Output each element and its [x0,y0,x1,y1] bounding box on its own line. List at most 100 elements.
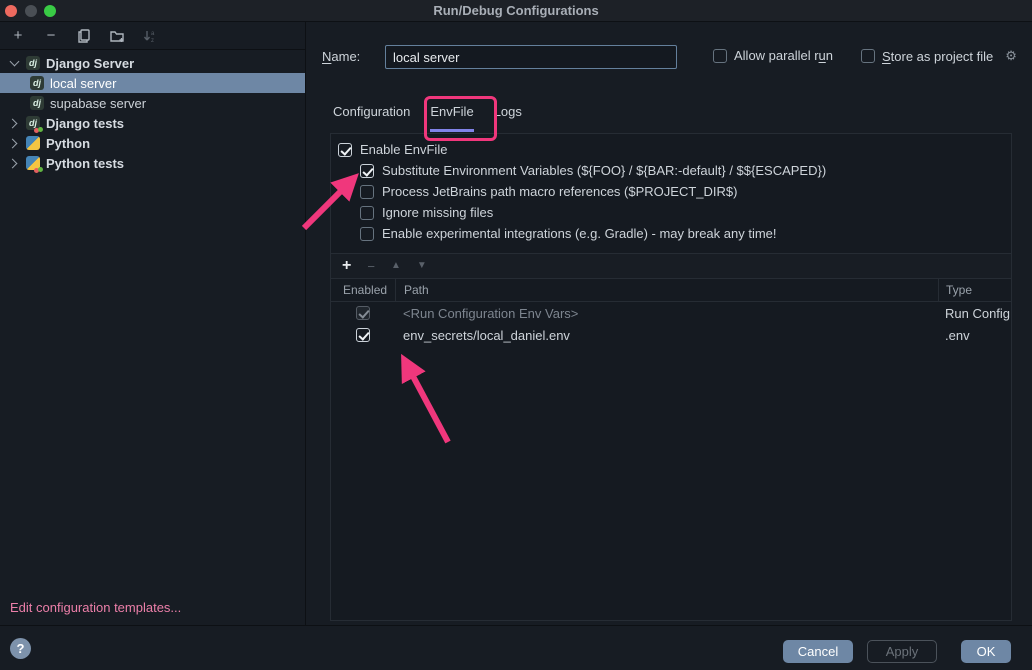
tree-item-label: Python [46,136,90,151]
new-folder-icon[interactable] [109,28,125,44]
configurations-tree: dj Django Server dj local server dj supa… [0,50,305,173]
title-bar: Run/Debug Configurations [0,0,1032,22]
store-as-project-file-checkbox[interactable] [861,49,875,63]
main-panel: Name: Allow parallel run Store as projec… [307,22,1032,625]
tree-item-python-tests[interactable]: Python tests [0,153,305,173]
tree-item-label: Django tests [46,116,124,131]
gear-icon[interactable]: ⚙ [1005,48,1017,64]
copy-icon[interactable] [76,28,92,44]
test-marks-icon [34,166,43,173]
sidebar-toolbar: + − az [0,22,305,50]
option-label: Substitute Environment Variables (${FOO}… [382,163,826,178]
row-type: Run Config [938,306,1011,321]
enable-envfile-checkbox[interactable] [338,143,352,157]
option-experimental-integrations: Enable experimental integrations (e.g. G… [331,223,1011,244]
django-icon: dj [30,76,44,90]
process-path-macros-checkbox[interactable] [360,185,374,199]
name-input[interactable] [385,45,677,69]
tree-item-python[interactable]: Python [0,133,305,153]
python-tests-icon [26,156,40,170]
label-part: Allow parallel r [734,48,819,63]
name-row: Name: Allow parallel run Store as projec… [307,45,1032,69]
tree-item-label: local server [50,76,116,91]
svg-text:z: z [151,38,154,43]
sort-alphabetically-icon: az [142,28,158,44]
chevron-right-icon[interactable] [10,159,18,167]
allow-parallel-run-checkbox[interactable] [713,49,727,63]
config-tabs: Configuration EnvFile Logs [333,104,522,132]
row-path: <Run Configuration Env Vars> [395,306,938,321]
name-mnemonic: N [322,49,331,64]
ignore-missing-files-checkbox[interactable] [360,206,374,220]
option-label: Enable EnvFile [360,142,447,157]
tab-logs[interactable]: Logs [494,104,522,132]
option-label: Enable experimental integrations (e.g. G… [382,226,777,241]
column-header-enabled[interactable]: Enabled [331,283,395,297]
label-mnemonic: u [819,48,826,63]
label-part: n [826,48,833,63]
tree-item-django-tests[interactable]: dj Django tests [0,113,305,133]
option-ignore-missing-files: Ignore missing files [331,202,1011,223]
option-enable-envfile: Enable EnvFile [331,139,1011,160]
envfile-options: Enable EnvFile Substitute Environment Va… [331,134,1011,244]
column-header-type[interactable]: Type [938,279,1011,301]
window-title: Run/Debug Configurations [0,3,1032,18]
tab-envfile[interactable]: EnvFile [430,104,473,132]
table-row[interactable]: env_secrets/local_daniel.env .env [331,324,1011,346]
option-label: Ignore missing files [382,205,493,220]
configurations-sidebar: + − az dj Django Server dj local server [0,22,306,625]
svg-text:a: a [151,31,155,37]
column-header-path[interactable]: Path [395,279,938,301]
cancel-button[interactable]: Cancel [783,640,853,663]
django-icon: dj [26,56,40,70]
env-files-table: + − ▲ ▼ Enabled Path Type <Run Configura… [331,253,1011,620]
run-debug-configurations-dialog: Run/Debug Configurations + − az dj Djang… [0,0,1032,670]
chevron-right-icon[interactable] [10,139,18,147]
option-process-path-macros: Process JetBrains path macro references … [331,181,1011,202]
edit-configuration-templates-link[interactable]: Edit configuration templates... [10,600,181,615]
remove-icon[interactable]: − [43,28,59,44]
chevron-down-icon[interactable] [10,59,18,67]
allow-parallel-run-option: Allow parallel run [713,48,833,63]
tree-item-supabase-server[interactable]: dj supabase server [0,93,305,113]
envfile-tab-content: Enable EnvFile Substitute Environment Va… [330,133,1012,621]
name-label: Name: [322,49,360,64]
add-icon[interactable]: + [342,258,351,274]
move-up-icon: ▲ [391,261,401,271]
row-enabled-checkbox[interactable] [356,328,370,342]
test-marks-icon [34,126,43,133]
option-label: Process JetBrains path macro references … [382,184,737,199]
store-as-project-file-option: Store as project file ⚙ [861,48,1017,64]
row-path: env_secrets/local_daniel.env [395,328,938,343]
django-tests-icon: dj [26,116,40,130]
tree-item-django-server[interactable]: dj Django Server [0,53,305,73]
tree-item-label: Python tests [46,156,124,171]
row-enabled-checkbox [356,306,370,320]
option-substitute-env-vars: Substitute Environment Variables (${FOO}… [331,160,1011,181]
substitute-env-vars-checkbox[interactable] [360,164,374,178]
label-part: tore as project file [891,49,994,64]
chevron-right-icon[interactable] [10,119,18,127]
ok-button[interactable]: OK [961,640,1011,663]
move-down-icon: ▼ [417,261,427,271]
tree-item-label: Django Server [46,56,134,71]
env-table-toolbar: + − ▲ ▼ [331,254,1011,279]
python-icon [26,136,40,150]
allow-parallel-run-label: Allow parallel run [734,48,833,63]
experimental-integrations-checkbox[interactable] [360,227,374,241]
dialog-footer: ? Cancel Apply OK [0,625,1032,670]
add-icon[interactable]: + [10,28,26,44]
env-table-header: Enabled Path Type [331,279,1011,302]
django-icon: dj [30,96,44,110]
label-mnemonic: S [882,49,891,64]
apply-button: Apply [867,640,937,663]
store-as-project-file-label: Store as project file [882,49,993,64]
row-type: .env [938,328,1011,343]
help-button[interactable]: ? [10,638,31,659]
tab-configuration[interactable]: Configuration [333,104,410,132]
name-label-rest: ame: [331,49,360,64]
remove-icon: − [367,260,375,273]
tree-item-label: supabase server [50,96,146,111]
table-row[interactable]: <Run Configuration Env Vars> Run Config [331,302,1011,324]
tree-item-local-server[interactable]: dj local server [0,73,305,93]
